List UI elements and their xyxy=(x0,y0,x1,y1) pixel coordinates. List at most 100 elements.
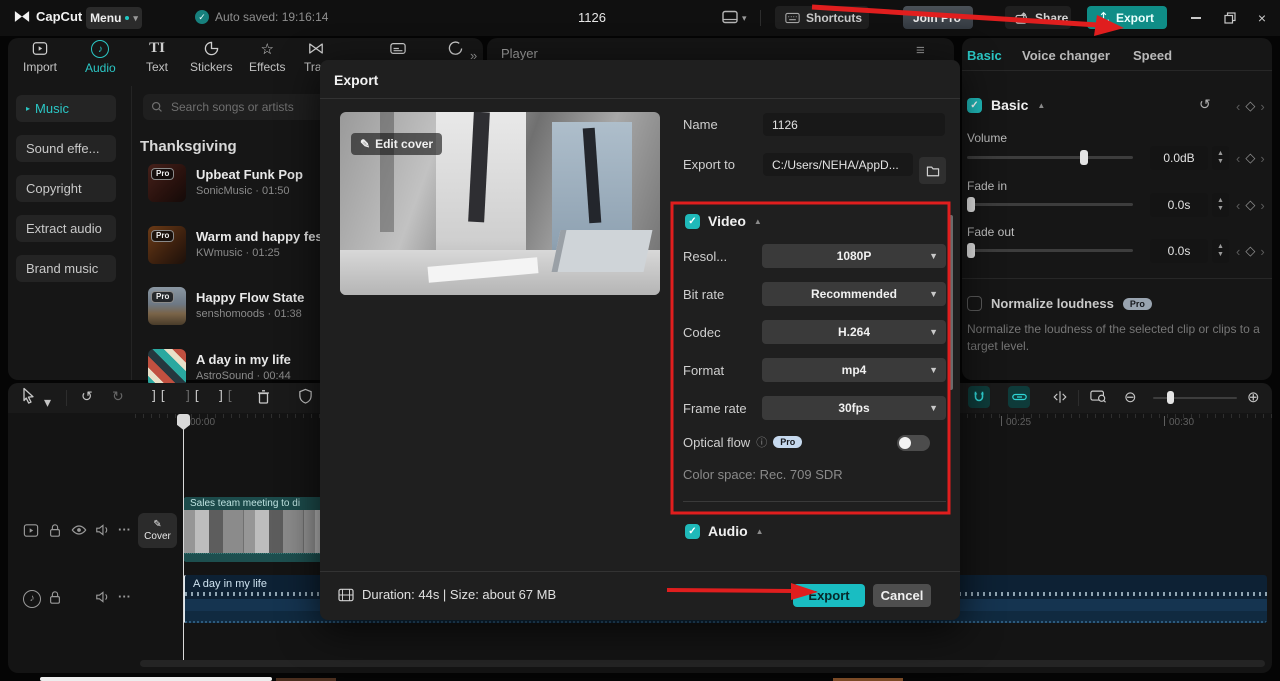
select-tool-chevron-icon[interactable]: ▾ xyxy=(44,394,51,411)
more-options-icon[interactable]: ··· xyxy=(118,589,131,604)
codec-select[interactable]: H.264 ▼ xyxy=(762,320,946,344)
normalize-row: Normalize loudness Pro xyxy=(967,296,1152,311)
undo-icon[interactable]: ↺ xyxy=(81,388,93,405)
lock-icon[interactable] xyxy=(48,523,62,538)
fade-in-slider-knob[interactable] xyxy=(967,197,975,212)
zoom-in-icon[interactable]: ⊕ xyxy=(1247,388,1260,406)
timeline-zoom-knob[interactable] xyxy=(1167,391,1174,404)
fade-out-keyframe-controls[interactable]: ‹ ◇ › xyxy=(1236,243,1265,259)
volume-value[interactable]: 0.0dB xyxy=(1150,146,1208,170)
split-icon[interactable]: ][ xyxy=(150,389,168,404)
volume-stepper[interactable]: ▲ ▼ xyxy=(1212,146,1229,170)
collapse-icon[interactable]: ▲ xyxy=(754,217,762,226)
fade-in-slider[interactable] xyxy=(967,197,1133,212)
tab-text[interactable]: TI Text xyxy=(146,40,168,74)
optical-flow-toggle[interactable] xyxy=(897,435,930,451)
cover-button[interactable]: ✎ Cover xyxy=(138,513,177,548)
timeline-horizontal-scrollbar[interactable] xyxy=(140,660,1265,667)
info-icon[interactable]: ⓘ xyxy=(756,434,767,450)
tab-speed[interactable]: Speed xyxy=(1133,48,1172,63)
shortcuts-label: Shortcuts xyxy=(806,10,863,25)
sidebar-item-sound-effects[interactable]: Sound effe... xyxy=(16,135,116,162)
tab-audio[interactable]: ♪ Audio xyxy=(85,40,116,75)
bitrate-select[interactable]: Recommended ▼ xyxy=(762,282,946,306)
timeline-zoom-slider[interactable] xyxy=(1153,391,1237,404)
shortcuts-button[interactable]: Shortcuts xyxy=(775,6,869,29)
tab-filters[interactable] xyxy=(448,40,463,57)
restore-button[interactable] xyxy=(1220,8,1240,28)
layout-icon[interactable] xyxy=(722,10,738,24)
pencil-icon: ✎ xyxy=(360,137,371,151)
edit-cover-button[interactable]: ✎ Edit cover xyxy=(351,133,443,155)
normalize-checkbox[interactable] xyxy=(967,296,982,311)
tab-effects[interactable]: ☆ Effects xyxy=(249,40,285,75)
capcut-logo-text: CapCut xyxy=(36,9,83,24)
song-meta: SonicMusic · 01:50 xyxy=(196,185,290,197)
sidebar-item-extract-audio[interactable]: Extract audio xyxy=(16,215,116,242)
audio-section-label: Audio xyxy=(708,523,748,539)
cancel-button[interactable]: Cancel xyxy=(873,584,931,607)
preview-axis-icon[interactable] xyxy=(1090,389,1107,404)
collapse-icon[interactable]: ▲ xyxy=(1037,101,1045,110)
export-path-input[interactable] xyxy=(763,153,913,176)
fade-out-slider-knob[interactable] xyxy=(967,243,975,258)
lock-icon[interactable] xyxy=(48,590,62,605)
eye-icon[interactable] xyxy=(71,524,87,536)
trim-left-icon[interactable]: ][ xyxy=(184,389,202,404)
player-menu-icon[interactable]: ≡ xyxy=(916,42,925,59)
playhead-line[interactable] xyxy=(183,423,184,660)
export-button-topbar[interactable]: Export xyxy=(1087,6,1167,29)
reset-icon[interactable]: ↺ xyxy=(1199,96,1211,113)
zoom-out-icon[interactable]: ⊖ xyxy=(1124,388,1137,406)
tab-import[interactable]: Import xyxy=(23,40,57,74)
ai-shield-icon[interactable] xyxy=(298,388,313,404)
collapse-icon[interactable]: ▲ xyxy=(756,527,764,536)
basic-keyframe-controls[interactable]: ‹ ◇ › xyxy=(1236,98,1265,114)
mute-icon[interactable] xyxy=(95,590,110,604)
fade-out-slider[interactable] xyxy=(967,243,1133,258)
share-button[interactable]: Share xyxy=(1005,6,1071,29)
fade-in-keyframe-controls[interactable]: ‹ ◇ › xyxy=(1236,197,1265,213)
redo-icon[interactable]: ↻ xyxy=(112,388,124,405)
magnet-snap-button[interactable] xyxy=(968,386,990,408)
tab-voice-changer[interactable]: Voice changer xyxy=(1022,48,1110,63)
delete-icon[interactable] xyxy=(256,389,271,405)
capcut-logo: CapCut xyxy=(14,9,82,24)
audio-checkbox[interactable]: ✓ xyxy=(685,523,700,539)
layout-chevron-icon[interactable]: ▾ xyxy=(742,13,747,24)
basic-checkbox[interactable]: ✓ xyxy=(967,97,982,113)
join-pro-button[interactable]: Join Pro xyxy=(903,6,973,29)
sidebar-divider xyxy=(131,86,132,380)
trim-right-icon[interactable]: ][ xyxy=(217,389,235,404)
export-button-dialog[interactable]: Export xyxy=(793,584,865,607)
video-checkbox[interactable]: ✓ xyxy=(685,213,700,229)
tab-stickers[interactable]: Stickers xyxy=(190,40,233,74)
name-input[interactable] xyxy=(763,113,945,136)
split-clip-icon[interactable] xyxy=(1052,390,1068,404)
select-tool-icon[interactable] xyxy=(20,387,36,404)
sidebar-item-brand-music[interactable]: Brand music xyxy=(16,255,116,282)
ruler-tick xyxy=(1001,416,1002,426)
volume-slider-knob[interactable] xyxy=(1080,150,1088,165)
sidebar-item-copyright[interactable]: Copyright xyxy=(16,175,116,202)
close-button[interactable]: × xyxy=(1252,8,1272,28)
fade-in-stepper[interactable]: ▲ ▼ xyxy=(1212,193,1229,217)
menu-button[interactable]: Menu ▾ xyxy=(86,7,142,29)
browse-folder-button[interactable] xyxy=(919,157,946,184)
sidebar-item-music[interactable]: ▸ Music xyxy=(16,95,116,122)
link-preview-button[interactable] xyxy=(1008,386,1030,408)
fade-in-value[interactable]: 0.0s xyxy=(1150,193,1208,217)
format-select[interactable]: mp4 ▼ xyxy=(762,358,946,382)
mute-icon[interactable] xyxy=(95,523,110,537)
fade-out-stepper[interactable]: ▲ ▼ xyxy=(1212,239,1229,263)
dialog-scrollbar[interactable] xyxy=(949,215,953,390)
resolution-select[interactable]: 1080P ▼ xyxy=(762,244,946,268)
tab-basic[interactable]: Basic xyxy=(967,48,1002,63)
tab-captions[interactable] xyxy=(390,40,406,57)
volume-slider[interactable] xyxy=(967,150,1133,165)
framerate-select[interactable]: 30fps ▼ xyxy=(762,396,946,420)
more-options-icon[interactable]: ··· xyxy=(118,522,131,537)
fade-out-value[interactable]: 0.0s xyxy=(1150,239,1208,263)
volume-keyframe-controls[interactable]: ‹ ◇ › xyxy=(1236,150,1265,166)
minimize-button[interactable] xyxy=(1186,8,1206,28)
